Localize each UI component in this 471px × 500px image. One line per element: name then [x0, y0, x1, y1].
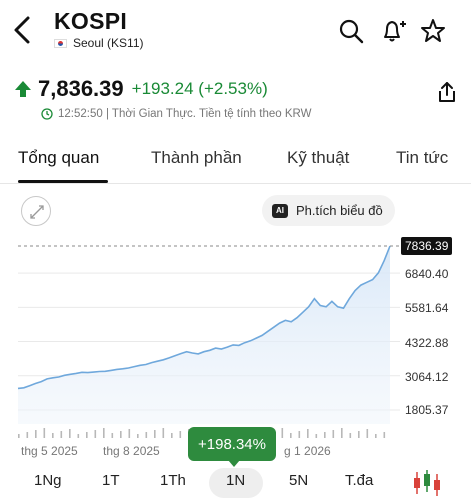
korea-flag-icon — [54, 38, 67, 48]
volume-bar — [86, 432, 88, 438]
y-tick-label: 6840.40 — [405, 267, 449, 281]
candlestick-icon[interactable] — [406, 466, 448, 498]
back-icon[interactable] — [10, 14, 34, 46]
star-icon[interactable] — [420, 18, 446, 44]
volume-bar — [332, 430, 335, 438]
period-change-badge: +198.34% — [188, 427, 276, 461]
volume-bar — [52, 433, 54, 438]
volume-bar — [307, 429, 309, 438]
volume-bar — [18, 434, 20, 438]
volume-bar — [375, 434, 377, 438]
volume-bar — [162, 428, 165, 438]
period-1m[interactable]: 1Th — [160, 472, 186, 489]
search-icon[interactable] — [338, 18, 364, 44]
up-arrow-icon — [15, 81, 31, 97]
tab-overview[interactable]: Tổng quan — [18, 148, 99, 168]
page-title: KOSPI — [54, 8, 128, 34]
volume-bar — [111, 433, 114, 438]
volume-bar — [281, 428, 284, 438]
period-max[interactable]: T.đa — [345, 472, 373, 489]
period-5y[interactable]: 5N — [289, 472, 308, 489]
price-change: +193.24 (+2.53%) — [131, 79, 268, 98]
volume-bar — [26, 432, 29, 438]
current-value-label: 7836.39 — [401, 237, 453, 255]
volume-bar — [315, 434, 318, 438]
y-tick-label: 3064.12 — [405, 370, 449, 384]
volume-bar — [145, 432, 148, 438]
volume-bar — [77, 434, 80, 438]
clock-icon — [41, 108, 53, 120]
volume-bar — [60, 431, 63, 438]
price-row: 7,836.39 +193.24 (+2.53%) — [14, 76, 268, 102]
tab-components[interactable]: Thành phần — [151, 148, 242, 168]
volume-bar — [69, 429, 71, 438]
y-tick-label: 4322.88 — [405, 336, 449, 350]
volume-bar — [94, 430, 97, 438]
expand-icon — [30, 205, 44, 219]
volume-bar — [43, 428, 46, 438]
exchange-label: Seoul (KS11) — [54, 36, 143, 50]
volume-bar — [383, 432, 386, 438]
share-icon[interactable] — [436, 80, 458, 104]
period-1y[interactable]: 1N — [226, 472, 245, 489]
volume-bar — [171, 433, 173, 438]
quote-meta: 12:52:50 | Thời Gian Thực. Tiền tệ tính … — [58, 108, 312, 120]
price-chart[interactable] — [0, 230, 471, 460]
ai-chart-analysis-button[interactable]: AI Ph.tích biểu đồ — [262, 195, 395, 226]
bell-plus-icon[interactable] — [380, 18, 406, 44]
y-tick-label: 5581.64 — [405, 301, 449, 315]
current-price: 7,836.39 — [38, 76, 124, 101]
x-tick-label: thg 5 2025 — [21, 444, 78, 458]
volume-bar — [298, 431, 301, 438]
y-tick-label: 1805.37 — [405, 403, 449, 417]
period-1d[interactable]: 1Ng — [34, 472, 62, 489]
header: KOSPI Seoul (KS11) — [0, 0, 471, 64]
ai-badge-icon: AI — [272, 203, 288, 218]
period-1w[interactable]: 1T — [102, 472, 120, 489]
volume-bar — [137, 434, 139, 438]
tab-bar: Tổng quan Thành phần Kỹ thuật Tin tức — [0, 134, 471, 184]
volume-bar — [120, 431, 122, 438]
x-tick-label: g 1 2026 — [284, 444, 331, 458]
ai-chart-analysis-label: Ph.tích biểu đồ — [296, 203, 383, 218]
volume-bar — [128, 429, 131, 438]
volume-bar — [358, 431, 360, 438]
volume-bar — [349, 433, 352, 438]
volume-bar — [366, 429, 369, 438]
tab-news[interactable]: Tin tức — [396, 148, 448, 168]
volume-bar — [154, 430, 156, 438]
volume-bar — [35, 430, 37, 438]
expand-chart-button[interactable] — [21, 196, 51, 226]
period-selector: 1Ng 1T 1Th 1N 5N T.đa — [0, 464, 471, 500]
tab-active-indicator — [18, 180, 108, 183]
volume-bar — [179, 431, 182, 438]
exchange-text: Seoul (KS11) — [73, 36, 144, 50]
x-tick-label: thg 8 2025 — [103, 444, 160, 458]
volume-bar — [324, 432, 326, 438]
tab-technical[interactable]: Kỹ thuật — [287, 148, 349, 168]
volume-bar — [341, 428, 343, 438]
volume-bar — [103, 428, 105, 438]
volume-bar — [290, 433, 292, 438]
